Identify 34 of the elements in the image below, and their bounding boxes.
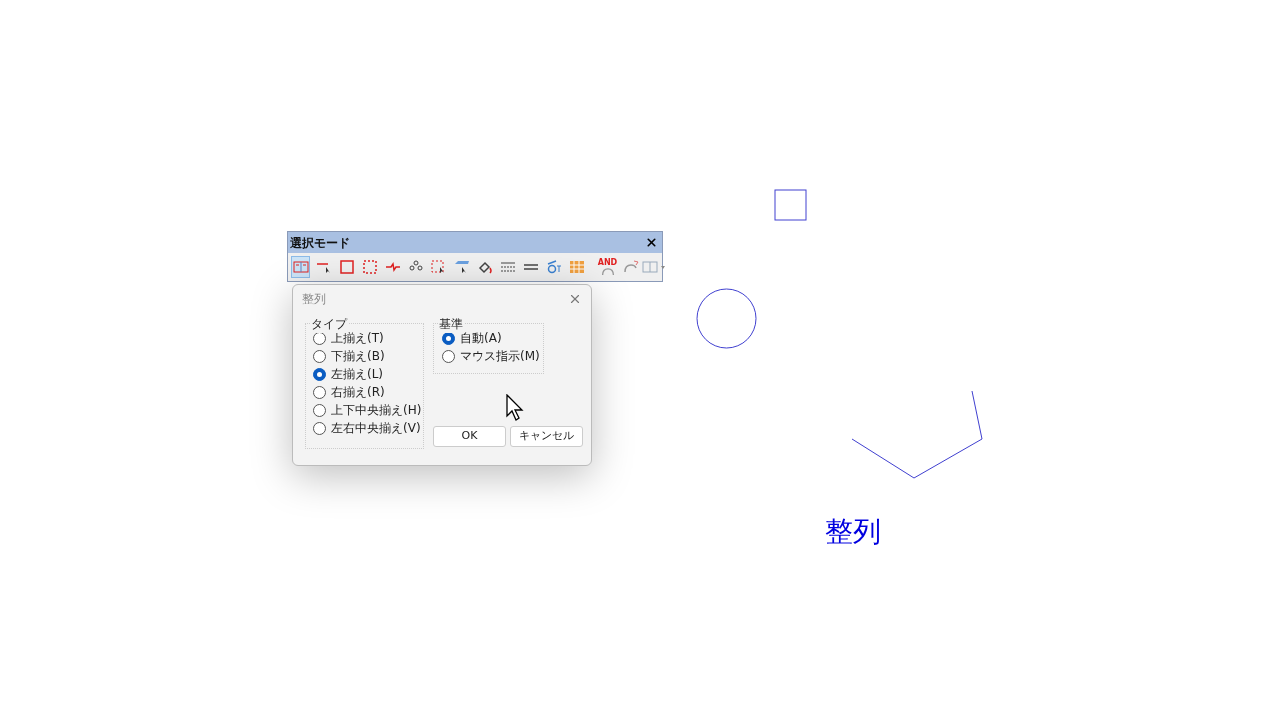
radio-option[interactable]: マウス指示(M) xyxy=(442,348,543,365)
radio-option[interactable]: 上揃え(T) xyxy=(313,330,423,347)
radio-option[interactable]: 左揃え(L) xyxy=(313,366,423,383)
dashed-select-icon xyxy=(430,260,447,274)
cancel-button[interactable]: キャンセル xyxy=(510,426,583,447)
group-title: タイプ xyxy=(310,315,348,333)
dialog-title: 整列 xyxy=(302,291,326,308)
and-label: AND xyxy=(597,258,618,267)
circle-shape xyxy=(696,288,757,349)
radio-option[interactable]: 左右中央揃え(V) xyxy=(313,420,423,437)
radio-option[interactable]: 自動(A) xyxy=(442,330,543,347)
ok-button[interactable]: OK xyxy=(433,426,506,447)
arc-icon xyxy=(599,266,616,276)
window-title: 選択モード xyxy=(290,234,350,252)
group-title: 基準 xyxy=(438,315,464,333)
dashed-lines-icon xyxy=(499,260,516,274)
dashed-rectangle-icon xyxy=(361,260,378,274)
parallelogram-pointer-icon xyxy=(453,260,470,274)
canvas-text: 整列 xyxy=(825,514,881,550)
rectangle-icon xyxy=(338,260,355,274)
pointer-icon xyxy=(506,394,526,422)
close-icon[interactable] xyxy=(645,236,658,249)
arc-arrow-icon xyxy=(622,260,639,274)
radio-option[interactable]: 下揃え(B) xyxy=(313,348,423,365)
circles-icon xyxy=(407,260,424,274)
grid-fill-icon xyxy=(568,260,585,274)
align-columns-icon xyxy=(292,260,309,274)
square-shape xyxy=(774,189,807,221)
zigzag-line-icon xyxy=(384,260,401,274)
radio-option[interactable]: 右揃え(R) xyxy=(313,384,423,401)
circle-text-icon xyxy=(545,260,562,274)
radio-option[interactable]: 上下中央揃え(H) xyxy=(313,402,423,419)
toolbar-button[interactable]: AND xyxy=(598,256,617,278)
columns-dropdown-icon xyxy=(641,260,666,274)
